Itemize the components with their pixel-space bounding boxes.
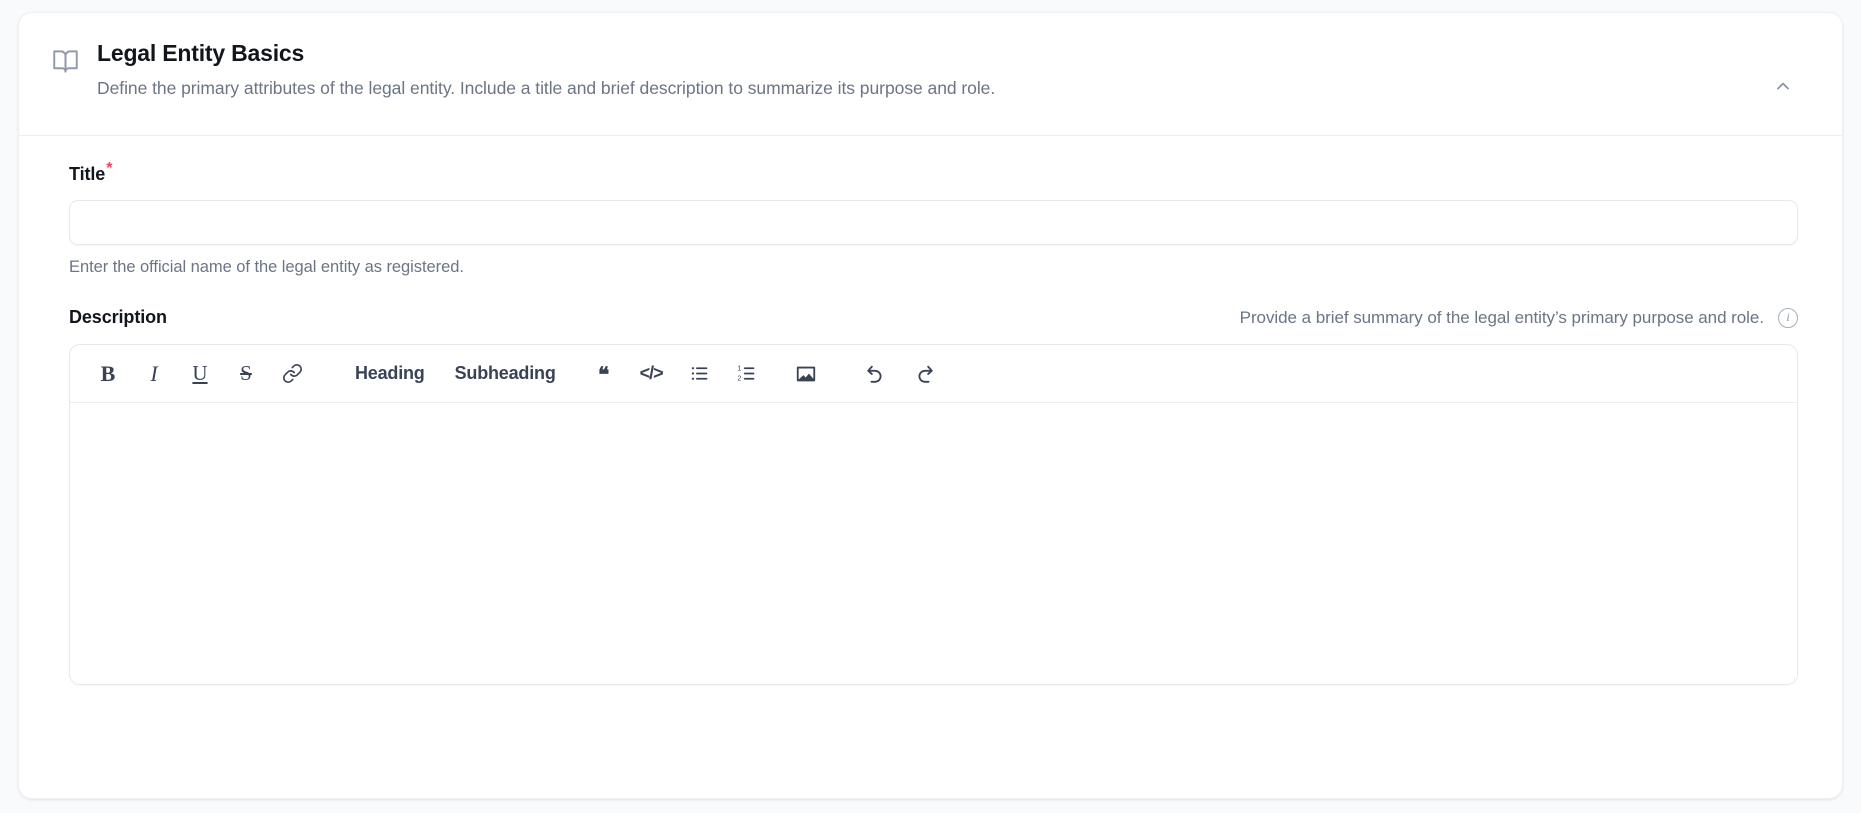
code-block-icon[interactable]: </>: [634, 356, 669, 392]
title-input[interactable]: [69, 200, 1798, 245]
bold-icon[interactable]: B: [92, 356, 124, 392]
editor-toolbar: B I U S Heading Subheading ❝ </> 1 2: [70, 345, 1797, 403]
card-header: Legal Entity Basics Define the primary a…: [19, 13, 1842, 136]
card-header-text: Legal Entity Basics Define the primary a…: [97, 39, 1812, 100]
italic-icon[interactable]: I: [138, 356, 170, 392]
blockquote-icon[interactable]: ❝: [588, 356, 620, 392]
strikethrough-icon[interactable]: S: [230, 356, 262, 392]
page-background: Legal Entity Basics Define the primary a…: [0, 0, 1861, 813]
card-body: Title* Enter the official name of the le…: [19, 136, 1842, 685]
numbered-list-icon[interactable]: 1 2: [730, 356, 763, 392]
title-field-group: Title* Enter the official name of the le…: [69, 161, 1798, 277]
subheading-button[interactable]: Subheading: [445, 356, 566, 392]
rich-text-editor: B I U S Heading Subheading ❝ </> 1 2: [69, 344, 1798, 685]
description-editor-area[interactable]: [70, 403, 1797, 684]
link-icon[interactable]: [276, 356, 309, 392]
card-subtitle: Define the primary attributes of the leg…: [97, 77, 996, 98]
description-field-group: Description Provide a brief summary of t…: [69, 307, 1798, 685]
image-icon[interactable]: [789, 356, 823, 392]
title-label: Title*: [69, 161, 112, 185]
svg-text:1: 1: [737, 365, 741, 372]
legal-entity-basics-card: Legal Entity Basics Define the primary a…: [18, 12, 1843, 799]
description-hint-text: Provide a brief summary of the legal ent…: [1239, 307, 1764, 327]
svg-text:2: 2: [737, 376, 741, 383]
underline-icon[interactable]: U: [184, 356, 216, 392]
heading-button[interactable]: Heading: [345, 356, 435, 392]
redo-icon[interactable]: [907, 356, 941, 392]
info-circle-icon[interactable]: i: [1778, 307, 1798, 328]
required-asterisk: *: [106, 160, 113, 177]
page-title: Legal Entity Basics: [97, 40, 305, 66]
description-hint-group: Provide a brief summary of the legal ent…: [1239, 307, 1798, 328]
title-label-text: Title: [69, 164, 106, 184]
title-helper-text: Enter the official name of the legal ent…: [69, 258, 464, 276]
bullet-list-icon[interactable]: [683, 356, 716, 392]
undo-icon[interactable]: [859, 356, 893, 392]
description-label: Description: [69, 307, 167, 327]
book-open-icon: [51, 47, 79, 75]
description-label-row: Description Provide a brief summary of t…: [69, 307, 1798, 328]
chevron-up-icon[interactable]: [1768, 71, 1798, 101]
